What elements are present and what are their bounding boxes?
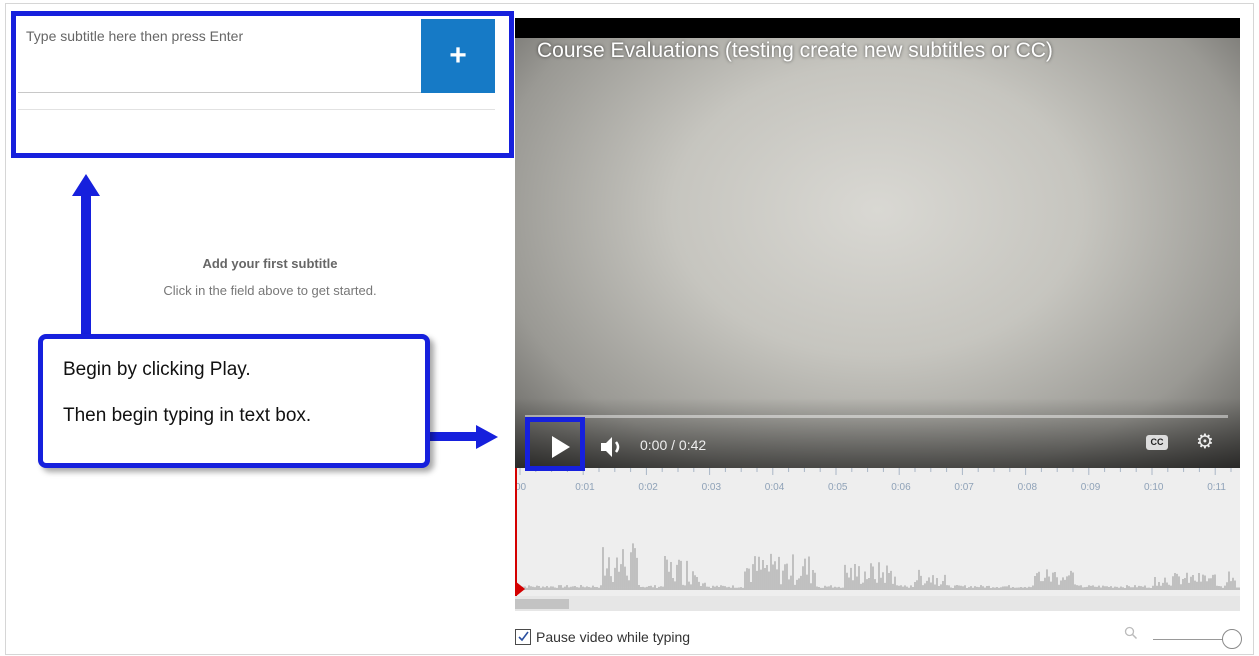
cc-button[interactable]: CC [1146, 435, 1168, 450]
timeline-tick-label: 0:04 [765, 482, 785, 493]
timeline-tick-label: 0:07 [954, 482, 974, 493]
timeline-scrollbar-thumb[interactable] [515, 599, 569, 609]
editor-highlight [11, 11, 514, 158]
timeline-tick-label: 0:10 [1144, 482, 1164, 493]
timeline[interactable]: 00 0:01 0:02 0:03 0:04 0:05 0:06 0:07 0:08 0:09 0:… [515, 468, 1240, 611]
empty-state: Add your first subtitle Click in the fie… [100, 256, 440, 298]
checkmark-icon [518, 631, 529, 642]
timeline-tick-label: 0:05 [828, 482, 848, 493]
pause-video-option[interactable]: Pause video while typing [515, 629, 690, 645]
playhead-marker [515, 581, 525, 597]
timeline-tick-label: 0:09 [1081, 482, 1101, 493]
empty-state-title: Add your first subtitle [202, 256, 338, 271]
arrow-right-icon [476, 425, 498, 449]
timeline-ruler: 00 0:01 0:02 0:03 0:04 0:05 0:06 0:07 0:08 0:09 0:… [515, 468, 1232, 493]
arrow-up-icon [72, 174, 100, 196]
arrow-up-shaft [81, 196, 91, 336]
zoom-slider-track[interactable] [1153, 639, 1225, 640]
zoom-slider-thumb[interactable] [1222, 629, 1242, 649]
timeline-tick-label: 0:02 [638, 482, 658, 493]
video-title: Course Evaluations (testing create new s… [537, 39, 1053, 62]
settings-button[interactable]: ⚙ [1194, 431, 1216, 453]
pause-checkbox[interactable] [515, 629, 531, 645]
progress-bar[interactable] [525, 415, 1228, 418]
cc-icon: CC [1150, 437, 1164, 447]
callout-line: Begin by clicking Play. [63, 359, 251, 380]
magnifier-icon [1124, 626, 1138, 643]
arrow-right-shaft [430, 432, 478, 441]
timeline-tick-label: 0:01 [575, 482, 595, 493]
timeline-tick-label: 0:06 [891, 482, 911, 493]
time-display: 0:00 / 0:42 [640, 437, 707, 453]
timeline-tick-label: 0:11 [1207, 482, 1226, 493]
callout-line: Then begin typing in text box. [63, 405, 312, 426]
timeline-tick-label: 0:03 [702, 482, 722, 493]
pause-label: Pause video while typing [536, 629, 691, 645]
volume-icon [601, 437, 620, 457]
empty-state-subtext: Click in the field above to get started. [163, 283, 377, 298]
audio-waveform [515, 543, 1240, 590]
timeline-scrollbar[interactable] [515, 596, 1240, 611]
timeline-tick-label: 0:08 [1018, 482, 1038, 493]
instruction-callout: Begin by clicking Play. Then begin typin… [38, 334, 430, 468]
play-button-highlight [525, 417, 585, 471]
video-player[interactable]: Course Evaluations (testing create new s… [515, 18, 1240, 468]
playhead[interactable] [515, 468, 517, 596]
volume-button[interactable] [598, 431, 626, 463]
gear-icon: ⚙ [1196, 431, 1214, 453]
